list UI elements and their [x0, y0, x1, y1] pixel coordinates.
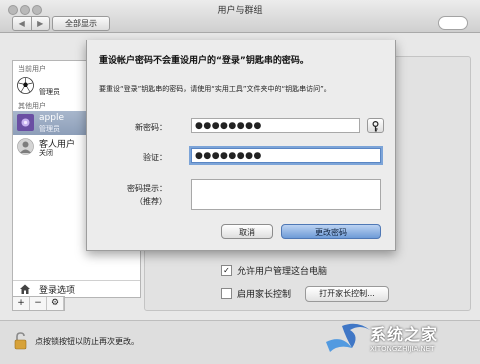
reset-password-sheet: 重设帐户密码不会重设用户的“登录”钥匙串的密码。 要重设“登录”钥匙串的密码，请…: [86, 40, 396, 251]
purple-flower-avatar-icon: [17, 114, 34, 131]
title-bar: 用户与群组 ◀ ▶ 全部显示: [0, 0, 480, 33]
login-options-item[interactable]: 登录选项: [13, 280, 140, 297]
allow-admin-row[interactable]: ✓ 允许用户管理这台电脑: [221, 264, 327, 277]
parental-control-checkbox[interactable]: [221, 288, 232, 299]
allow-admin-checkbox[interactable]: ✓: [221, 265, 232, 276]
add-user-button[interactable]: +: [13, 297, 30, 310]
cancel-button[interactable]: 取消: [221, 224, 273, 239]
unlocked-lock-icon[interactable]: [14, 332, 28, 350]
hint-recommended-label: （推荐）: [135, 197, 167, 206]
open-parental-controls-button[interactable]: 打开家长控制...: [305, 286, 389, 302]
forward-button[interactable]: ▶: [30, 17, 50, 30]
parental-control-row[interactable]: 启用家长控制: [221, 287, 291, 300]
key-glyph-icon: [372, 120, 379, 132]
login-options-label: 登录选项: [39, 286, 76, 296]
gear-icon[interactable]: ⚙: [47, 297, 64, 310]
verify-label: 验证：: [143, 153, 167, 162]
back-button[interactable]: ◀: [13, 17, 31, 30]
hint-label: 密码提示：: [127, 184, 167, 193]
new-password-label: 新密码：: [135, 123, 167, 132]
password-hint-field[interactable]: [191, 179, 381, 210]
sheet-description: 要重设“登录”钥匙串的密码，请使用“实用工具”文件夹中的“钥匙串访问”。: [99, 85, 331, 93]
change-password-button[interactable]: 更改密码: [281, 224, 381, 239]
search-field[interactable]: [438, 16, 468, 30]
watermark-text: 系统之家: [370, 325, 439, 344]
parental-control-label: 启用家长控制: [237, 290, 292, 300]
sidebar-action-bar: + − ⚙: [12, 296, 65, 311]
verify-password-field[interactable]: ●●●●●●●●: [191, 148, 381, 163]
key-icon[interactable]: [367, 118, 384, 133]
new-password-field[interactable]: ●●●●●●●●: [191, 118, 360, 133]
lock-instruction-text: 点按锁按钮以防止再次更改。: [35, 337, 139, 346]
guest-silhouette-icon: [17, 138, 34, 155]
apple-user-role: 管理员: [39, 125, 60, 133]
nav-buttons: ◀ ▶: [12, 16, 50, 31]
apple-user-name: apple: [39, 113, 64, 123]
watermark-url: XITONGZHIJIA.NET: [370, 345, 435, 353]
sheet-title: 重设帐户密码不会重设用户的“登录”钥匙串的密码。: [99, 56, 309, 66]
window-title: 用户与群组: [217, 6, 263, 16]
show-all-button[interactable]: 全部显示: [52, 16, 110, 31]
users-groups-window: 用户与群组 ◀ ▶ 全部显示 当前用户 管理员 其他用户 apple 管理员 客…: [0, 0, 480, 364]
remove-user-button[interactable]: −: [30, 297, 47, 310]
soccer-ball-avatar-icon: [17, 77, 34, 94]
guest-user-role: 关闭: [39, 149, 53, 157]
house-icon: [20, 284, 30, 294]
allow-admin-label: 允许用户管理这台电脑: [237, 267, 328, 277]
current-user-role: 管理员: [39, 88, 60, 96]
